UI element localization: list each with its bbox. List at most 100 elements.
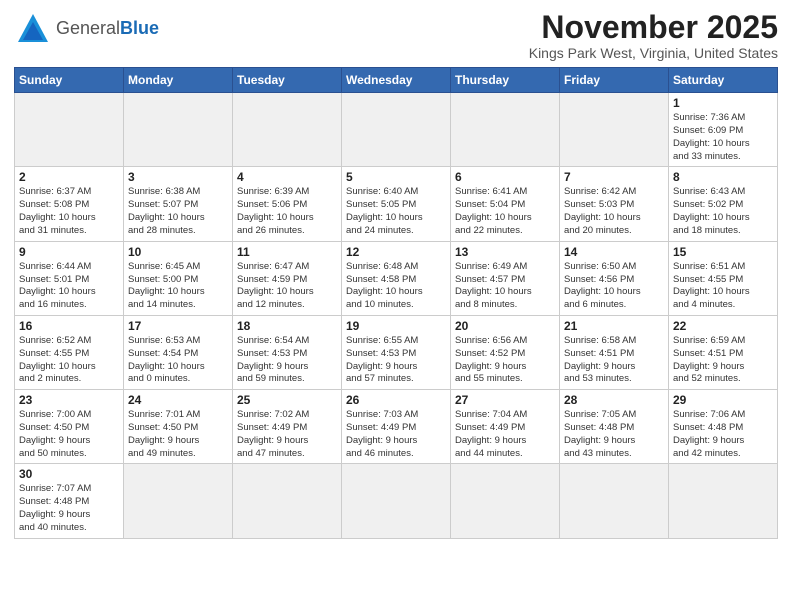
day-number: 19 (346, 319, 446, 333)
day-cell: 25Sunrise: 7:02 AM Sunset: 4:49 PM Dayli… (233, 390, 342, 464)
day-cell (560, 93, 669, 167)
week-row-0: 1 Sunrise: 7:36 AM Sunset: 6:09 PM Daylig… (15, 93, 778, 167)
day-cell (669, 464, 778, 538)
day-cell (233, 464, 342, 538)
weekday-header-row: SundayMondayTuesdayWednesdayThursdayFrid… (15, 68, 778, 93)
day-number: 1 (673, 96, 773, 110)
day-number: 11 (237, 245, 337, 259)
logo: GeneralBlue (14, 10, 159, 48)
day-cell: 14 Sunrise: 6:50 AM Sunset: 4:56 PM Dayli… (560, 241, 669, 315)
day-number: 7 (564, 170, 664, 184)
weekday-header-wednesday: Wednesday (342, 68, 451, 93)
weekday-header-tuesday: Tuesday (233, 68, 342, 93)
header-area: GeneralBlue November 2025 Kings Park Wes… (14, 10, 778, 61)
day-cell (233, 93, 342, 167)
day-info: Sunrise: 7:04 AM Sunset: 4:49 PM Dayligh… (455, 409, 555, 460)
day-cell: 12Sunrise: 6:48 AM Sunset: 4:58 PM Dayli… (342, 241, 451, 315)
day-info: Sunrise: 6:44 AM Sunset: 5:01 PM Dayligh… (19, 261, 119, 312)
weekday-header-thursday: Thursday (451, 68, 560, 93)
page: GeneralBlue November 2025 Kings Park Wes… (0, 0, 792, 612)
day-cell: 7 Sunrise: 6:42 AM Sunset: 5:03 PM Daylig… (560, 167, 669, 241)
day-number: 3 (128, 170, 228, 184)
day-number: 26 (346, 393, 446, 407)
day-info: Sunrise: 6:58 AM Sunset: 4:51 PM Dayligh… (564, 335, 664, 386)
day-number: 8 (673, 170, 773, 184)
day-info: Sunrise: 6:47 AM Sunset: 4:59 PM Dayligh… (237, 261, 337, 312)
day-cell: 23Sunrise: 7:00 AM Sunset: 4:50 PM Dayli… (15, 390, 124, 464)
day-number: 6 (455, 170, 555, 184)
day-cell: 29 Sunrise: 7:06 AM Sunset: 4:48 PM Dayli… (669, 390, 778, 464)
day-number: 27 (455, 393, 555, 407)
day-number: 17 (128, 319, 228, 333)
day-cell: 16Sunrise: 6:52 AM Sunset: 4:55 PM Dayli… (15, 315, 124, 389)
day-cell: 19 Sunrise: 6:55 AM Sunset: 4:53 PM Dayli… (342, 315, 451, 389)
day-cell: 4 Sunrise: 6:39 AM Sunset: 5:06 PM Daylig… (233, 167, 342, 241)
day-info: Sunrise: 6:42 AM Sunset: 5:03 PM Dayligh… (564, 186, 664, 237)
week-row-1: 2Sunrise: 6:37 AM Sunset: 5:08 PM Daylig… (15, 167, 778, 241)
day-info: Sunrise: 6:50 AM Sunset: 4:56 PM Dayligh… (564, 261, 664, 312)
week-row-3: 16Sunrise: 6:52 AM Sunset: 4:55 PM Dayli… (15, 315, 778, 389)
day-info: Sunrise: 6:51 AM Sunset: 4:55 PM Dayligh… (673, 261, 773, 312)
day-cell: 21 Sunrise: 6:58 AM Sunset: 4:51 PM Dayli… (560, 315, 669, 389)
day-cell: 1 Sunrise: 7:36 AM Sunset: 6:09 PM Daylig… (669, 93, 778, 167)
day-cell: 2Sunrise: 6:37 AM Sunset: 5:08 PM Daylig… (15, 167, 124, 241)
weekday-header-monday: Monday (124, 68, 233, 93)
weekday-header-friday: Friday (560, 68, 669, 93)
day-info: Sunrise: 7:07 AM Sunset: 4:48 PM Dayligh… (19, 483, 119, 534)
calendar-table: SundayMondayTuesdayWednesdayThursdayFrid… (14, 67, 778, 539)
week-row-4: 23Sunrise: 7:00 AM Sunset: 4:50 PM Dayli… (15, 390, 778, 464)
day-cell: 11 Sunrise: 6:47 AM Sunset: 4:59 PM Dayli… (233, 241, 342, 315)
title-block: November 2025 Kings Park West, Virginia,… (529, 10, 778, 61)
day-cell: 22Sunrise: 6:59 AM Sunset: 4:51 PM Dayli… (669, 315, 778, 389)
day-cell (451, 93, 560, 167)
day-info: Sunrise: 6:56 AM Sunset: 4:52 PM Dayligh… (455, 335, 555, 386)
day-number: 24 (128, 393, 228, 407)
day-info: Sunrise: 6:54 AM Sunset: 4:53 PM Dayligh… (237, 335, 337, 386)
day-cell: 28Sunrise: 7:05 AM Sunset: 4:48 PM Dayli… (560, 390, 669, 464)
day-number: 28 (564, 393, 664, 407)
day-cell: 17 Sunrise: 6:53 AM Sunset: 4:54 PM Dayli… (124, 315, 233, 389)
day-info: Sunrise: 6:55 AM Sunset: 4:53 PM Dayligh… (346, 335, 446, 386)
day-number: 4 (237, 170, 337, 184)
day-info: Sunrise: 6:48 AM Sunset: 4:58 PM Dayligh… (346, 261, 446, 312)
day-cell: 20Sunrise: 6:56 AM Sunset: 4:52 PM Dayli… (451, 315, 560, 389)
day-info: Sunrise: 7:02 AM Sunset: 4:49 PM Dayligh… (237, 409, 337, 460)
day-cell: 27 Sunrise: 7:04 AM Sunset: 4:49 PM Dayli… (451, 390, 560, 464)
day-info: Sunrise: 7:36 AM Sunset: 6:09 PM Dayligh… (673, 112, 773, 163)
week-row-5: 30 Sunrise: 7:07 AM Sunset: 4:48 PM Dayli… (15, 464, 778, 538)
day-number: 30 (19, 467, 119, 481)
location-title: Kings Park West, Virginia, United States (529, 45, 778, 61)
day-cell (342, 464, 451, 538)
day-cell: 13Sunrise: 6:49 AM Sunset: 4:57 PM Dayli… (451, 241, 560, 315)
day-cell: 8 Sunrise: 6:43 AM Sunset: 5:02 PM Daylig… (669, 167, 778, 241)
day-number: 13 (455, 245, 555, 259)
week-row-2: 9 Sunrise: 6:44 AM Sunset: 5:01 PM Daylig… (15, 241, 778, 315)
day-cell: 26Sunrise: 7:03 AM Sunset: 4:49 PM Dayli… (342, 390, 451, 464)
day-number: 2 (19, 170, 119, 184)
day-info: Sunrise: 6:45 AM Sunset: 5:00 PM Dayligh… (128, 261, 228, 312)
day-cell: 24 Sunrise: 7:01 AM Sunset: 4:50 PM Dayli… (124, 390, 233, 464)
day-info: Sunrise: 6:39 AM Sunset: 5:06 PM Dayligh… (237, 186, 337, 237)
day-number: 10 (128, 245, 228, 259)
logo-blue: Blue (120, 18, 159, 38)
weekday-header-saturday: Saturday (669, 68, 778, 93)
day-info: Sunrise: 6:59 AM Sunset: 4:51 PM Dayligh… (673, 335, 773, 386)
day-info: Sunrise: 6:41 AM Sunset: 5:04 PM Dayligh… (455, 186, 555, 237)
day-number: 9 (19, 245, 119, 259)
day-cell (560, 464, 669, 538)
day-info: Sunrise: 7:06 AM Sunset: 4:48 PM Dayligh… (673, 409, 773, 460)
day-info: Sunrise: 6:40 AM Sunset: 5:05 PM Dayligh… (346, 186, 446, 237)
logo-text: GeneralBlue (56, 19, 159, 39)
month-title: November 2025 (529, 10, 778, 45)
day-cell: 15 Sunrise: 6:51 AM Sunset: 4:55 PM Dayli… (669, 241, 778, 315)
day-cell (124, 464, 233, 538)
day-number: 14 (564, 245, 664, 259)
day-number: 21 (564, 319, 664, 333)
day-cell (451, 464, 560, 538)
day-number: 15 (673, 245, 773, 259)
day-cell: 5Sunrise: 6:40 AM Sunset: 5:05 PM Daylig… (342, 167, 451, 241)
day-info: Sunrise: 7:01 AM Sunset: 4:50 PM Dayligh… (128, 409, 228, 460)
day-info: Sunrise: 6:53 AM Sunset: 4:54 PM Dayligh… (128, 335, 228, 386)
day-info: Sunrise: 6:43 AM Sunset: 5:02 PM Dayligh… (673, 186, 773, 237)
day-number: 29 (673, 393, 773, 407)
